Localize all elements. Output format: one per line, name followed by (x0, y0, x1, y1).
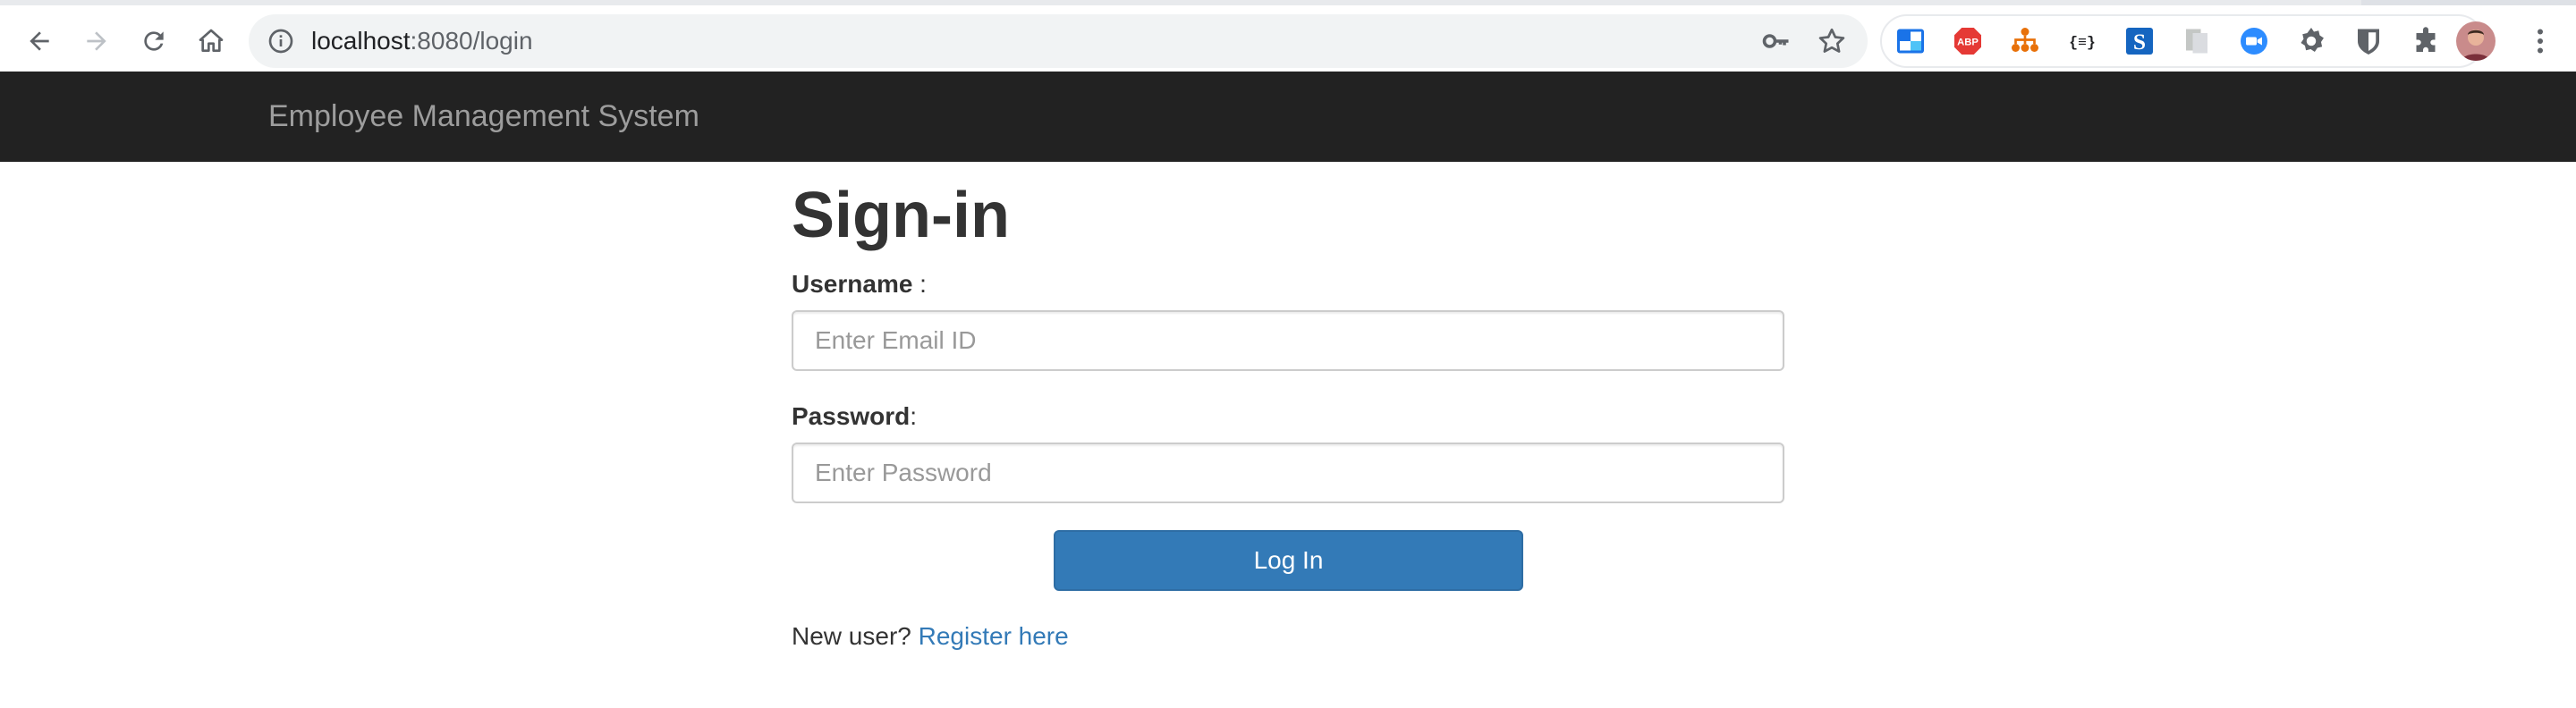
username-label: Username : (792, 269, 927, 299)
url-path: :8080/login (410, 27, 533, 55)
svg-text:ABP: ABP (1957, 38, 1979, 48)
puzzle-icon[interactable] (2410, 25, 2442, 57)
star-icon[interactable] (1816, 25, 1848, 57)
svg-text:{≡}: {≡} (2069, 34, 2096, 51)
s-logo-icon[interactable]: S (2123, 25, 2156, 57)
key-icon[interactable] (1760, 25, 1792, 57)
json-icon[interactable]: {≡} (2066, 25, 2098, 57)
pdf-icon[interactable] (2181, 25, 2213, 57)
register-link[interactable]: Register here (919, 622, 1069, 650)
home-button[interactable] (190, 20, 233, 63)
password-label-text: Password (792, 402, 911, 430)
address-bar[interactable]: localhost:8080/login (249, 14, 1868, 68)
home-icon (199, 29, 224, 52)
register-prompt-text: New user? (792, 622, 919, 650)
window-icon[interactable] (1894, 25, 1927, 57)
gear-icon[interactable] (2295, 25, 2327, 57)
sitemap-icon[interactable] (2009, 25, 2041, 57)
navbar-brand[interactable]: Employee Management System (268, 98, 699, 134)
arrow-left-icon (30, 31, 49, 51)
adblock-icon[interactable]: ABP (1952, 25, 1984, 57)
extensions-bar: ABP {≡} S (1880, 14, 2485, 68)
bitwarden-icon[interactable] (2352, 25, 2385, 57)
app-navbar: Employee Management System (0, 72, 2576, 162)
reload-button[interactable] (132, 20, 175, 63)
info-icon[interactable] (267, 27, 295, 55)
avatar-icon (2456, 21, 2496, 61)
password-label: Password: (792, 401, 917, 432)
zoom-icon[interactable] (2238, 25, 2270, 57)
login-button[interactable]: Log In (1054, 530, 1523, 591)
password-input[interactable] (792, 442, 1784, 503)
username-input[interactable] (792, 310, 1784, 371)
svg-text:S: S (2133, 29, 2146, 55)
page-title: Sign-in (792, 180, 1010, 251)
profile-avatar[interactable] (2456, 21, 2496, 61)
username-label-text: Username (792, 270, 913, 298)
browser-toolbar: localhost:8080/login ABP {≡} S (0, 0, 2576, 72)
username-label-suffix: : (912, 270, 927, 298)
url-host: localhost (311, 27, 411, 55)
arrow-right-icon (87, 31, 106, 51)
tab-strip (2361, 0, 2576, 5)
more-menu-icon[interactable] (2524, 25, 2556, 57)
url-text[interactable]: localhost:8080/login (311, 27, 533, 55)
forward-button[interactable] (75, 20, 118, 63)
reload-icon (144, 31, 164, 51)
back-button[interactable] (18, 20, 61, 63)
password-label-suffix: : (910, 402, 918, 430)
register-prompt: New user? Register here (792, 621, 1069, 652)
